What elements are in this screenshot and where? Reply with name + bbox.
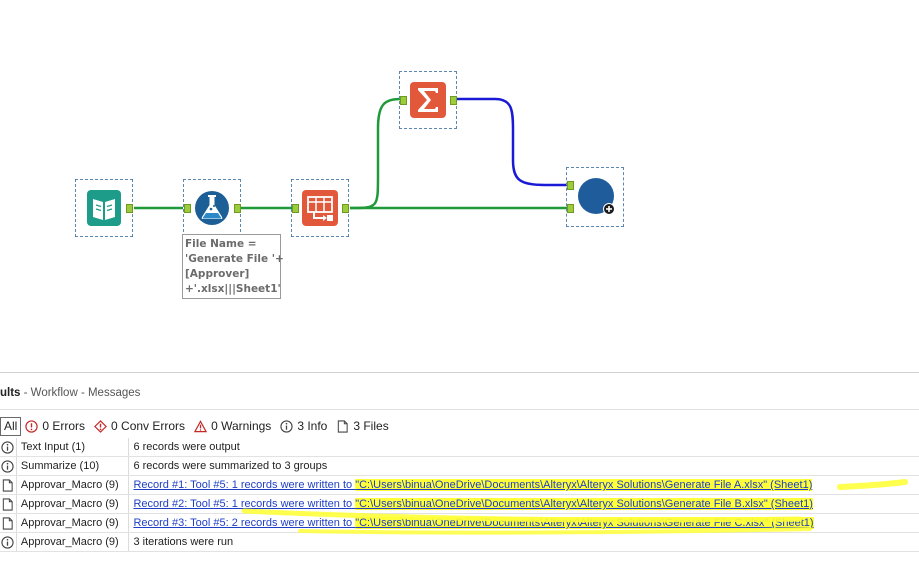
- file-link-text: Record #1: Tool #5: 1 records were writt…: [133, 479, 356, 491]
- text-input-tool[interactable]: [75, 179, 133, 237]
- filter-files-label: 3 Files: [353, 419, 389, 433]
- row-type-cell: [0, 513, 17, 533]
- results-title: ults - Workflow - Messages: [0, 387, 140, 399]
- connection-line[interactable]: [456, 97, 567, 187]
- input-anchor[interactable]: [184, 204, 191, 213]
- row-message-cell: 6 records were output: [128, 438, 919, 457]
- file-path-highlighted: "C:\Users\binua\OneDrive\Documents\Alter…: [355, 517, 814, 529]
- output-anchor[interactable]: [342, 204, 349, 213]
- filter-errors-label: 0 Errors: [42, 419, 86, 433]
- file-icon: [3, 478, 14, 492]
- blue-circle-icon: [578, 178, 615, 215]
- row-message-cell: 3 iterations were run: [128, 532, 919, 552]
- row-type-cell: [0, 456, 17, 476]
- sigma-icon: [410, 82, 446, 118]
- row-message-cell: Record #2: Tool #5: 1 records were writt…: [128, 494, 919, 514]
- info-icon: [1, 440, 15, 454]
- summarize-tool[interactable]: [399, 71, 457, 129]
- file-path-highlighted: "C:\Users\binua\OneDrive\Documents\Alter…: [355, 498, 813, 510]
- table-row[interactable]: Summarize (10) 6 records were summarized…: [0, 456, 919, 476]
- file-path-highlighted: "C:\Users\binua\OneDrive\Documents\Alter…: [355, 479, 813, 491]
- row-tool-cell: Text Input (1): [16, 438, 130, 457]
- filter-warnings-label: 0 Warnings: [211, 419, 272, 433]
- book-icon: [87, 190, 121, 226]
- table-row[interactable]: Text Input (1) 6 records were output: [0, 438, 919, 457]
- file-link-text: Record #2: Tool #5: 1 records were writt…: [133, 498, 356, 510]
- row-tool-cell: Summarize (10): [16, 456, 130, 476]
- input-anchor[interactable]: [567, 204, 574, 213]
- tool-annotation: File Name = 'Generate File '+ [Approver]…: [182, 234, 284, 299]
- filter-info-label: 3 Info: [297, 419, 328, 433]
- row-tool-cell: Approvar_Macro (9): [16, 494, 130, 514]
- flask-icon: [195, 191, 229, 225]
- input-anchor[interactable]: [567, 181, 574, 190]
- warning-icon: [194, 419, 208, 432]
- connections-layer: [134, 97, 567, 210]
- filter-conv-errors-button[interactable]: 0 Conv Errors: [94, 419, 185, 433]
- approvar-macro-tool[interactable]: [183, 179, 241, 237]
- filter-warnings-button[interactable]: 0 Warnings: [194, 419, 271, 433]
- filter-info-button[interactable]: 3 Info: [280, 419, 327, 433]
- results-panel: ults - Workflow - Messages All 0 Errors …: [0, 372, 919, 577]
- table-row[interactable]: Approvar_Macro (9) Record #3: Tool #5: 2…: [0, 513, 919, 533]
- output-anchor[interactable]: [126, 204, 133, 213]
- table-row[interactable]: Approvar_Macro (9) 3 iterations were run: [0, 532, 919, 552]
- results-title-prefix: ults: [0, 387, 21, 399]
- workflow-canvas[interactable]: File Name = 'Generate File '+ [Approver]…: [0, 0, 919, 372]
- divider: [0, 409, 919, 410]
- row-type-cell: [0, 494, 17, 514]
- output-anchor[interactable]: [450, 96, 457, 105]
- annotation-line: +'.xlsx|||Sheet1': [185, 283, 281, 295]
- table-arrow-icon: [302, 190, 338, 226]
- messages-table: Text Input (1) 6 records were output Sum…: [0, 438, 919, 552]
- file-icon: [3, 516, 14, 530]
- input-anchor[interactable]: [292, 204, 299, 213]
- annotation-line: 'Generate File '+: [185, 253, 284, 265]
- annotation-line: File Name =: [185, 238, 257, 250]
- file-icon: [338, 419, 348, 433]
- info-icon: [280, 419, 293, 433]
- input-anchor[interactable]: [400, 96, 407, 105]
- conv-error-icon: [94, 419, 107, 433]
- row-message-cell: 6 records were summarized to 3 groups: [128, 456, 919, 476]
- connection-line[interactable]: [349, 97, 401, 210]
- filter-files-button[interactable]: 3 Files: [336, 419, 389, 433]
- row-tool-cell: Approvar_Macro (9): [16, 513, 130, 533]
- file-icon: [3, 497, 14, 511]
- info-icon: [1, 535, 15, 549]
- output-anchor[interactable]: [234, 204, 241, 213]
- error-icon: [25, 419, 39, 433]
- info-icon: [1, 459, 15, 473]
- row-tool-cell: Approvar_Macro (9): [16, 475, 130, 495]
- row-message-cell: Record #3: Tool #5: 2 records were writt…: [128, 513, 919, 533]
- file-link[interactable]: Record #2: Tool #5: 1 records were writt…: [133, 498, 813, 510]
- table-row[interactable]: Approvar_Macro (9) Record #1: Tool #5: 1…: [0, 475, 919, 495]
- table-row[interactable]: Approvar_Macro (9) Record #2: Tool #5: 1…: [0, 494, 919, 514]
- filter-all-button[interactable]: All: [0, 416, 22, 436]
- row-message-cell: Record #1: Tool #5: 1 records were writt…: [128, 475, 919, 495]
- row-type-cell: [0, 438, 17, 457]
- filter-all-label: All: [4, 419, 18, 433]
- row-type-cell: [0, 532, 17, 552]
- file-link-text: Record #3: Tool #5: 2 records were writt…: [133, 517, 356, 529]
- results-title-sub: - Workflow - Messages: [20, 387, 141, 399]
- filter-conv-errors-label: 0 Conv Errors: [111, 419, 186, 433]
- annotation-line: [Approver]: [185, 268, 250, 280]
- filter-toolbar: All 0 Errors 0 Conv Errors 0 Warnings 3 …: [0, 416, 398, 436]
- filter-errors-button[interactable]: 0 Errors: [25, 419, 85, 433]
- row-type-cell: [0, 475, 17, 495]
- row-tool-cell: Approvar_Macro (9): [16, 532, 130, 552]
- file-link[interactable]: Record #1: Tool #5: 1 records were writt…: [133, 479, 813, 491]
- file-link[interactable]: Record #3: Tool #5: 2 records were writt…: [133, 517, 814, 529]
- macro-output-tool[interactable]: [566, 167, 624, 227]
- select-tool[interactable]: [291, 179, 349, 237]
